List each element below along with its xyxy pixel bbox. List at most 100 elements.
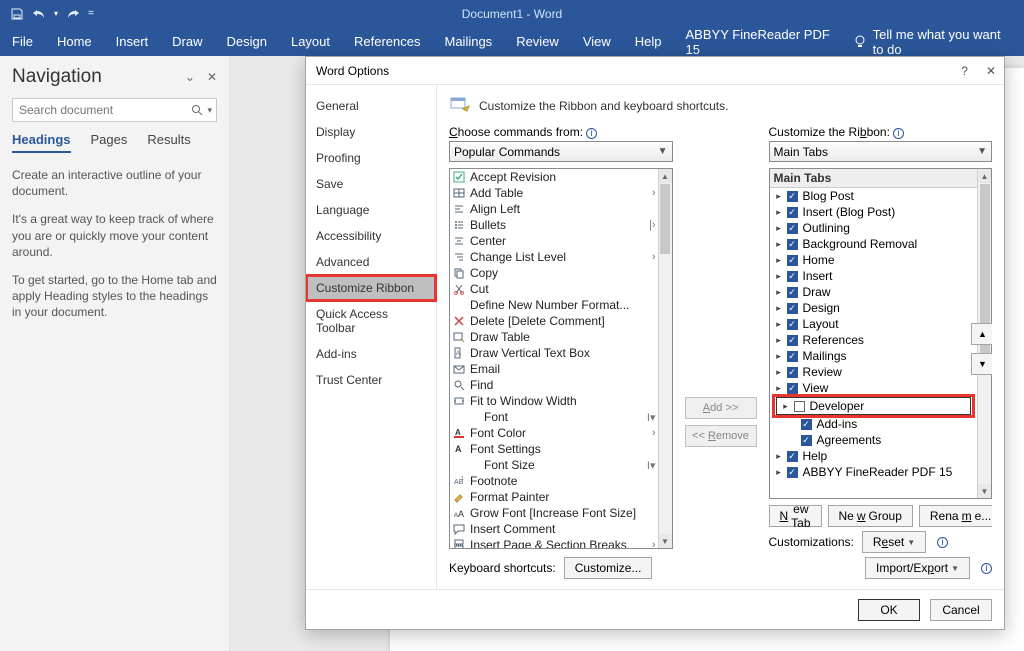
checkbox[interactable]	[787, 191, 798, 202]
expand-icon[interactable]: ▸	[774, 319, 784, 330]
tell-me[interactable]: Tell me what you want to do	[843, 27, 1024, 57]
expand-icon[interactable]: ▸	[774, 303, 784, 314]
tab-view[interactable]: View	[571, 27, 623, 56]
command-item[interactable]: Find	[450, 377, 658, 393]
command-item[interactable]: Fit to Window Width	[450, 393, 658, 409]
tab-review[interactable]: Review	[504, 27, 571, 56]
add-button[interactable]: Add >>	[685, 397, 757, 419]
dialog-help-icon[interactable]: ?	[961, 64, 968, 78]
ribbon-tab-item[interactable]: ▸Mailings	[770, 348, 978, 364]
ribbon-tab-item[interactable]: ▸Draw	[770, 284, 978, 300]
tab-layout[interactable]: Layout	[279, 27, 342, 56]
command-item[interactable]: AB1Footnote	[450, 473, 658, 489]
checkbox[interactable]	[787, 271, 798, 282]
cat-qat[interactable]: Quick Access Toolbar	[306, 301, 436, 341]
scroll-down-icon[interactable]: ▼	[659, 534, 672, 548]
cat-addins[interactable]: Add-ins	[306, 341, 436, 367]
expand-icon[interactable]: ▸	[781, 401, 791, 412]
ribbon-tab-item[interactable]: ▸Background Removal	[770, 236, 978, 252]
checkbox[interactable]	[787, 319, 798, 330]
expand-icon[interactable]: ▸	[774, 271, 784, 282]
command-item[interactable]: Define New Number Format...	[450, 297, 658, 313]
ribbon-tab-item[interactable]: ▸References	[770, 332, 978, 348]
expand-icon[interactable]: ▸	[774, 255, 784, 266]
checkbox[interactable]	[787, 303, 798, 314]
info-icon[interactable]: i	[893, 128, 904, 139]
ok-button[interactable]: OK	[858, 599, 920, 621]
nav-search[interactable]: ▾	[12, 98, 217, 122]
command-item[interactable]: Format Painter	[450, 489, 658, 505]
tab-mailings[interactable]: Mailings	[433, 27, 505, 56]
move-down-button[interactable]: ▼	[971, 353, 992, 375]
search-icon[interactable]	[191, 104, 203, 116]
checkbox[interactable]	[787, 287, 798, 298]
dialog-close-icon[interactable]: ✕	[986, 64, 996, 78]
import-export-button[interactable]: Import/Export▼	[865, 557, 970, 579]
ribbon-tab-item[interactable]: ▸Design	[770, 300, 978, 316]
command-item[interactable]: Draw Table	[450, 329, 658, 345]
expand-icon[interactable]: ▸	[774, 223, 784, 234]
nav-tab-headings[interactable]: Headings	[12, 132, 71, 153]
info-icon[interactable]: i	[937, 537, 948, 548]
cat-trust-center[interactable]: Trust Center	[306, 367, 436, 393]
checkbox[interactable]	[787, 367, 798, 378]
command-item[interactable]: Email	[450, 361, 658, 377]
tab-insert[interactable]: Insert	[104, 27, 161, 56]
command-item[interactable]: Font SizeI▾	[450, 457, 658, 473]
checkbox[interactable]	[787, 351, 798, 362]
checkbox[interactable]	[787, 335, 798, 346]
command-item[interactable]: Cut	[450, 281, 658, 297]
checkbox[interactable]	[787, 207, 798, 218]
ribbon-tab-item[interactable]: ▸Insert (Blog Post)	[770, 204, 978, 220]
rename-button[interactable]: Rename...	[919, 505, 992, 527]
scrollbar[interactable]: ▲ ▼	[658, 169, 672, 548]
ribbon-tab-item[interactable]: Add-ins	[770, 416, 978, 432]
reset-button[interactable]: Reset▼	[862, 531, 926, 553]
checkbox[interactable]	[787, 467, 798, 478]
checkbox[interactable]	[787, 383, 798, 394]
scroll-up-icon[interactable]: ▲	[978, 169, 991, 183]
tab-abbyy[interactable]: ABBYY FineReader PDF 15	[674, 27, 843, 56]
checkbox[interactable]	[787, 451, 798, 462]
command-item[interactable]: ADraw Vertical Text Box	[450, 345, 658, 361]
command-item[interactable]: Accept Revision	[450, 169, 658, 185]
ribbon-tab-item[interactable]: ▸Blog Post	[770, 188, 978, 204]
ribbon-tab-item[interactable]: ▸Layout	[770, 316, 978, 332]
cat-language[interactable]: Language	[306, 197, 436, 223]
new-group-button[interactable]: New Group	[828, 505, 913, 527]
remove-button[interactable]: << Remove	[685, 425, 757, 447]
command-item[interactable]: Insert Page & Section Breaks›	[450, 537, 658, 548]
command-item[interactable]: Change List Level›	[450, 249, 658, 265]
ribbon-tab-item[interactable]: ▸Home	[770, 252, 978, 268]
cat-general[interactable]: General	[306, 93, 436, 119]
nav-tab-pages[interactable]: Pages	[91, 132, 128, 153]
customize-ribbon-combo[interactable]: Main Tabs ▼	[769, 141, 993, 162]
command-item[interactable]: Copy	[450, 265, 658, 281]
checkbox[interactable]	[801, 435, 812, 446]
cat-advanced[interactable]: Advanced	[306, 249, 436, 275]
command-item[interactable]: Insert Comment	[450, 521, 658, 537]
scroll-thumb[interactable]	[660, 184, 670, 254]
info-icon[interactable]: i	[981, 563, 992, 574]
expand-icon[interactable]: ▸	[774, 467, 784, 478]
cancel-button[interactable]: Cancel	[930, 599, 992, 621]
expand-icon[interactable]: ▸	[774, 367, 784, 378]
ribbon-tab-item[interactable]: Agreements	[770, 432, 978, 448]
command-item[interactable]: FontI▾	[450, 409, 658, 425]
cat-proofing[interactable]: Proofing	[306, 145, 436, 171]
checkbox[interactable]	[794, 401, 805, 412]
command-item[interactable]: Add Table›	[450, 185, 658, 201]
tab-design[interactable]: Design	[215, 27, 279, 56]
tab-home[interactable]: Home	[45, 27, 104, 56]
ribbon-tab-item[interactable]: ▸Outlining	[770, 220, 978, 236]
ribbon-tab-item[interactable]: ▸Help	[770, 448, 978, 464]
ribbon-tab-item[interactable]: ▸Insert	[770, 268, 978, 284]
expand-icon[interactable]: ▸	[774, 191, 784, 202]
customize-kbd-button[interactable]: Customize...	[564, 557, 653, 579]
choose-commands-combo[interactable]: Popular Commands ▼	[449, 141, 673, 162]
ribbon-tab-item[interactable]: ▸Review	[770, 364, 978, 380]
move-up-button[interactable]: ▲	[971, 323, 992, 345]
checkbox[interactable]	[787, 239, 798, 250]
ribbon-tab-item[interactable]: ▸Developer	[777, 398, 971, 414]
search-dropdown-icon[interactable]: ▾	[207, 105, 212, 116]
